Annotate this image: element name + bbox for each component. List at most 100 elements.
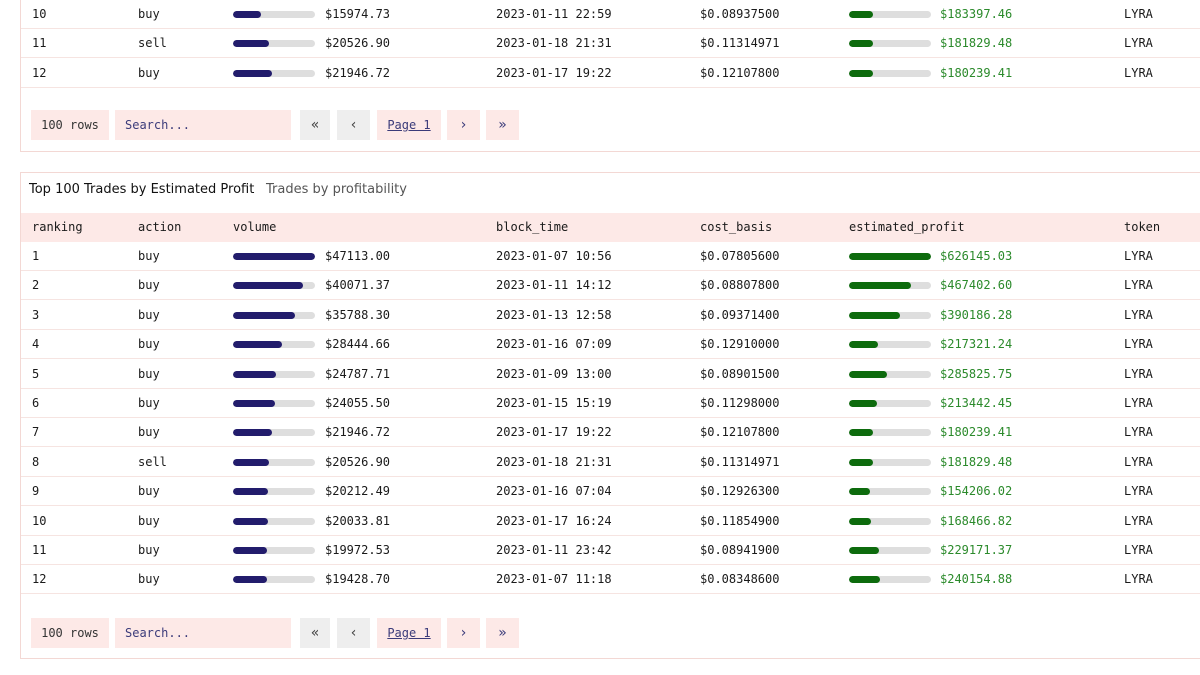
- table-row[interactable]: 5 buy $24787.71 2023-01-09 13:00 $0.08901500…: [21, 360, 1200, 389]
- first-page-button[interactable]: «: [300, 110, 330, 140]
- cell-estimated-profit: $467402.60: [940, 278, 1013, 293]
- column-header-estimated-profit[interactable]: estimated_profit: [849, 213, 965, 242]
- cell-cost-basis: $0.09371400: [700, 307, 780, 322]
- cell-block-time: 2023-01-16 07:04: [496, 484, 612, 499]
- volume-bar-fill: [233, 11, 261, 18]
- first-page-button[interactable]: «: [300, 618, 330, 648]
- cell-ranking: 11: [32, 543, 47, 557]
- cell-token: LYRA: [1124, 484, 1153, 499]
- search-input[interactable]: Search...: [115, 110, 291, 140]
- partial-row: [21, 89, 1200, 99]
- volume-bar: [233, 400, 315, 407]
- table-row[interactable]: 11 sell $20526.90 2023-01-18 21:31 $0.113149…: [21, 29, 1200, 59]
- profit-bar-fill: [849, 517, 872, 525]
- profit-bar-fill: [849, 458, 873, 466]
- table-row[interactable]: 4 buy $28444.66 2023-01-16 07:09 $0.12910000…: [21, 330, 1200, 360]
- trades-table-panel-top: 10 buy $15974.73 2023-01-11 22:59 $0.0893750…: [20, 0, 1200, 152]
- cell-token: LYRA: [1124, 425, 1153, 440]
- trades-table-panel: Top 100 Trades by Estimated Profit Trade…: [20, 172, 1200, 659]
- profit-bar-fill: [849, 40, 873, 48]
- table-row[interactable]: 6 buy $24055.50 2023-01-15 15:19 $0.11298000…: [21, 389, 1200, 418]
- last-page-button[interactable]: »: [486, 618, 519, 648]
- profit-bar: [849, 517, 931, 525]
- cell-volume: $20212.49: [325, 484, 391, 499]
- profit-bar-fill: [849, 429, 873, 437]
- cell-estimated-profit: $213442.45: [940, 396, 1013, 410]
- cell-cost-basis: $0.11314971: [700, 454, 780, 469]
- cell-estimated-profit: $285825.75: [940, 366, 1013, 381]
- table-row[interactable]: 11 buy $19972.53 2023-01-11 23:42 $0.0894190…: [21, 536, 1200, 565]
- cell-action: sell: [138, 454, 167, 469]
- prev-page-button[interactable]: ‹: [337, 618, 370, 648]
- cell-estimated-profit: $390186.28: [940, 307, 1013, 322]
- chevron-right-icon: ›: [460, 625, 467, 641]
- cell-token: LYRA: [1124, 366, 1153, 381]
- cell-ranking: 2: [32, 278, 40, 293]
- column-header-token[interactable]: token: [1124, 213, 1160, 242]
- column-header-action[interactable]: action: [138, 213, 181, 242]
- panel-header: Top 100 Trades by Estimated Profit Trade…: [21, 173, 1200, 207]
- column-header-ranking[interactable]: ranking: [32, 213, 83, 242]
- table-header: ranking action volume block_time cost_ba…: [21, 213, 1200, 242]
- profit-bar: [849, 253, 931, 260]
- volume-bar-fill: [233, 370, 277, 378]
- cell-action: buy: [138, 249, 160, 263]
- last-page-button[interactable]: »: [486, 110, 519, 140]
- cell-action: buy: [138, 425, 160, 440]
- cell-volume: $20526.90: [325, 36, 391, 51]
- column-header-cost-basis[interactable]: cost_basis: [700, 213, 772, 242]
- cell-ranking: 6: [32, 396, 40, 410]
- profit-bar-fill: [849, 11, 873, 18]
- cell-cost-basis: $0.11298000: [700, 396, 780, 410]
- cell-block-time: 2023-01-11 23:42: [496, 543, 612, 557]
- volume-bar-fill: [233, 458, 270, 466]
- cell-token: LYRA: [1124, 7, 1153, 21]
- table-row[interactable]: 2 buy $40071.37 2023-01-11 14:12 $0.08807800…: [21, 271, 1200, 301]
- cell-cost-basis: $0.08901500: [700, 366, 780, 381]
- cell-ranking: 12: [32, 65, 47, 80]
- table-row[interactable]: 1 buy $47113.00 2023-01-07 10:56 $0.07805600…: [21, 242, 1200, 271]
- profit-bar-fill: [849, 341, 878, 349]
- table-row[interactable]: 10 buy $15974.73 2023-01-11 22:59 $0.0893750…: [21, 0, 1200, 29]
- column-header-block-time[interactable]: block_time: [496, 213, 568, 242]
- cell-token: LYRA: [1124, 65, 1153, 80]
- profit-bar-fill: [849, 370, 887, 378]
- double-chevron-right-icon: »: [498, 625, 507, 641]
- volume-bar-fill: [233, 547, 268, 554]
- volume-bar-fill: [233, 488, 269, 496]
- table-row[interactable]: 10 buy $20033.81 2023-01-17 16:24 $0.1185490…: [21, 507, 1200, 536]
- cell-cost-basis: $0.11314971: [700, 36, 780, 51]
- table-row[interactable]: 9 buy $20212.49 2023-01-16 07:04 $0.12926300…: [21, 477, 1200, 507]
- profit-bar: [849, 547, 931, 554]
- rows-per-page-select[interactable]: 100 rows: [31, 618, 109, 648]
- volume-bar: [233, 282, 315, 290]
- table-row[interactable]: 12 buy $21946.72 2023-01-17 19:22 $0.1210780…: [21, 59, 1200, 88]
- double-chevron-left-icon: «: [310, 625, 320, 641]
- cell-ranking: 1: [32, 249, 40, 263]
- table-row[interactable]: 8 sell $20526.90 2023-01-18 21:31 $0.1131497…: [21, 448, 1200, 477]
- page-indicator[interactable]: Page 1: [377, 110, 441, 140]
- volume-bar-fill: [233, 517, 269, 525]
- cell-action: buy: [138, 396, 160, 410]
- profit-bar-fill: [849, 576, 881, 584]
- column-header-volume[interactable]: volume: [233, 213, 276, 242]
- volume-bar: [233, 517, 315, 525]
- cell-volume: $21946.72: [325, 425, 391, 440]
- cell-block-time: 2023-01-18 21:31: [496, 454, 612, 469]
- volume-bar-fill: [233, 429, 272, 437]
- next-page-button[interactable]: ›: [447, 618, 480, 648]
- next-page-button[interactable]: ›: [447, 110, 480, 140]
- table-row[interactable]: 3 buy $35788.30 2023-01-13 12:58 $0.09371400…: [21, 301, 1200, 330]
- table-row[interactable]: 7 buy $21946.72 2023-01-17 19:22 $0.12107800…: [21, 418, 1200, 448]
- cell-ranking: 10: [32, 7, 47, 21]
- cell-action: sell: [138, 36, 167, 51]
- cell-estimated-profit: $217321.24: [940, 337, 1013, 352]
- search-input[interactable]: Search...: [115, 618, 291, 648]
- rows-per-page-select[interactable]: 100 rows: [31, 110, 109, 140]
- page-indicator[interactable]: Page 1: [377, 618, 441, 648]
- cell-token: LYRA: [1124, 278, 1153, 293]
- profit-bar-fill: [849, 400, 877, 407]
- cell-action: buy: [138, 366, 160, 381]
- prev-page-button[interactable]: ‹: [337, 110, 370, 140]
- table-row[interactable]: 12 buy $19428.70 2023-01-07 11:18 $0.0834860…: [21, 565, 1200, 595]
